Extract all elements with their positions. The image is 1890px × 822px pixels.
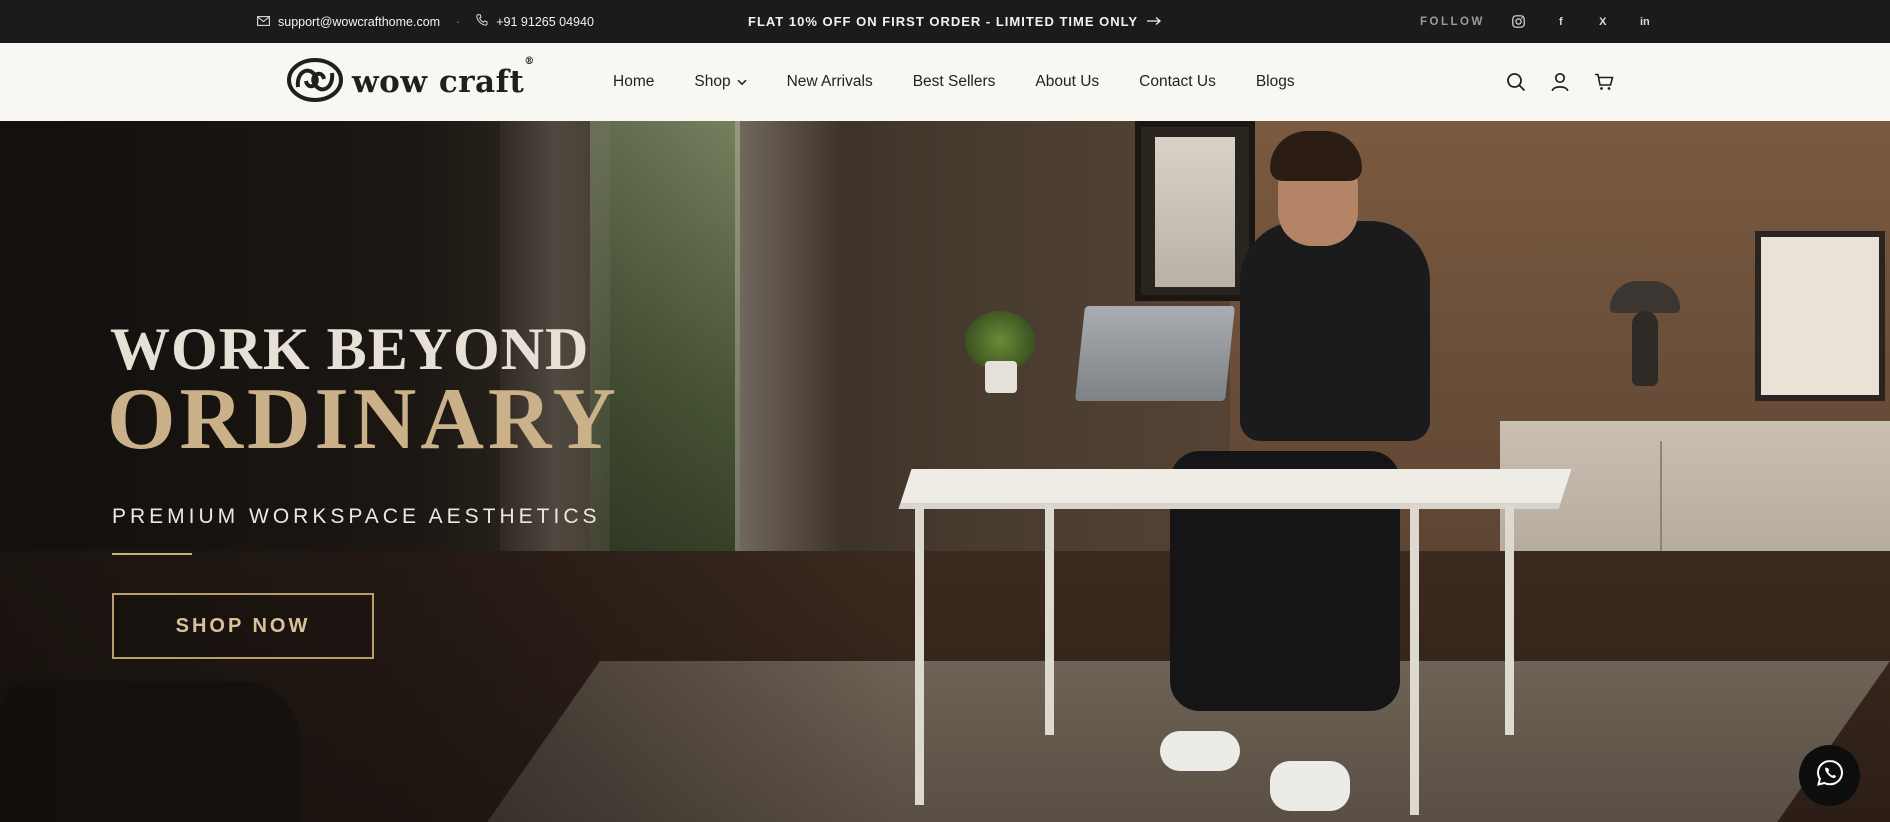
whatsapp-icon xyxy=(1815,758,1845,793)
nav-item-label: About Us xyxy=(1035,73,1100,90)
nav-item-label: Shop xyxy=(694,73,731,90)
logo-mark xyxy=(286,57,344,108)
hero-subheadline: PREMIUM WORKSPACE AESTHETICS xyxy=(112,505,601,528)
mail-icon xyxy=(257,15,270,29)
hero-headline-line2: ORDINARY xyxy=(107,371,620,468)
social-links: FOLLOW f X in xyxy=(1420,0,1653,43)
nav-item-contact-us[interactable]: Contact Us xyxy=(1139,73,1216,91)
user-icon[interactable] xyxy=(1549,71,1571,93)
promo-text: FLAT 10% OFF ON FIRST ORDER - LIMITED TI… xyxy=(748,14,1139,29)
hero-desk-leg xyxy=(915,505,924,805)
chevron-down-icon xyxy=(737,73,747,91)
email-link[interactable]: support@wowcrafthome.com xyxy=(257,15,440,29)
hero-divider xyxy=(112,553,192,555)
linkedin-icon[interactable]: in xyxy=(1637,14,1653,30)
primary-nav: Home Shop New Arrivals Best Sellers Abou… xyxy=(613,43,1295,121)
phone-text: +91 91265 04940 xyxy=(496,14,594,29)
nav-item-home[interactable]: Home xyxy=(613,73,654,91)
nav-item-new-arrivals[interactable]: New Arrivals xyxy=(787,73,873,91)
separator-dot: · xyxy=(456,14,461,29)
hero-desk-leg xyxy=(1505,505,1514,735)
hero-banner: WORK BEYOND ORDINARY PREMIUM WORKSPACE A… xyxy=(0,121,1890,822)
email-text: support@wowcrafthome.com xyxy=(278,14,441,29)
linkedin-glyph: in xyxy=(1639,15,1650,28)
shop-now-label: SHOP NOW xyxy=(175,614,311,637)
brand-logo[interactable]: wow craft® xyxy=(286,55,535,109)
announcement-bar: support@wowcrafthome.com · +91 91265 049… xyxy=(0,0,1890,43)
phone-icon xyxy=(476,14,488,29)
nav-item-label: New Arrivals xyxy=(786,73,873,90)
hero-laptop xyxy=(1075,306,1235,401)
arrow-right-icon xyxy=(1146,14,1162,29)
nav-item-label: Best Sellers xyxy=(912,73,996,90)
hero-plant-pot xyxy=(985,361,1017,393)
shop-now-button[interactable]: SHOP NOW xyxy=(112,593,374,659)
search-icon[interactable] xyxy=(1505,71,1527,93)
logo-text: wow craft xyxy=(352,64,525,100)
logo-registered: ® xyxy=(524,56,535,67)
facebook-icon[interactable]: f xyxy=(1553,14,1569,30)
logo-wordmark: wow craft® xyxy=(352,56,535,100)
hero-desk-leg xyxy=(1045,505,1054,735)
hero-wall-art xyxy=(1755,231,1885,401)
promo-link[interactable]: FLAT 10% OFF ON FIRST ORDER - LIMITED TI… xyxy=(748,0,1162,43)
header-actions xyxy=(1505,43,1615,121)
hero-lamp xyxy=(1610,281,1680,391)
phone-link[interactable]: +91 91265 04940 xyxy=(476,14,594,29)
hero-headline-line1: WORK BEYOND xyxy=(110,316,590,382)
nav-item-blogs[interactable]: Blogs xyxy=(1256,73,1295,91)
nav-item-label: Blogs xyxy=(1255,73,1295,90)
nav-item-label: Contact Us xyxy=(1139,73,1216,90)
hero-desk-leg xyxy=(1410,505,1419,815)
instagram-icon[interactable] xyxy=(1511,14,1527,30)
nav-item-label: Home xyxy=(613,73,655,90)
whatsapp-chat-button[interactable] xyxy=(1799,745,1860,806)
hero-text-scrim xyxy=(0,121,900,822)
cart-icon[interactable] xyxy=(1593,71,1615,93)
contact-info: support@wowcrafthome.com · +91 91265 049… xyxy=(257,0,594,43)
hero-desk xyxy=(898,469,1572,509)
nav-item-shop[interactable]: Shop xyxy=(694,73,747,91)
facebook-glyph: f xyxy=(1558,15,1563,28)
follow-label: FOLLOW xyxy=(1420,15,1485,28)
main-header: wow craft® Home Shop New Arrivals Best S… xyxy=(0,43,1890,121)
x-glyph: X xyxy=(1599,15,1607,28)
nav-item-best-sellers[interactable]: Best Sellers xyxy=(913,73,996,91)
nav-item-about-us[interactable]: About Us xyxy=(1035,73,1099,91)
x-icon[interactable]: X xyxy=(1595,14,1611,30)
